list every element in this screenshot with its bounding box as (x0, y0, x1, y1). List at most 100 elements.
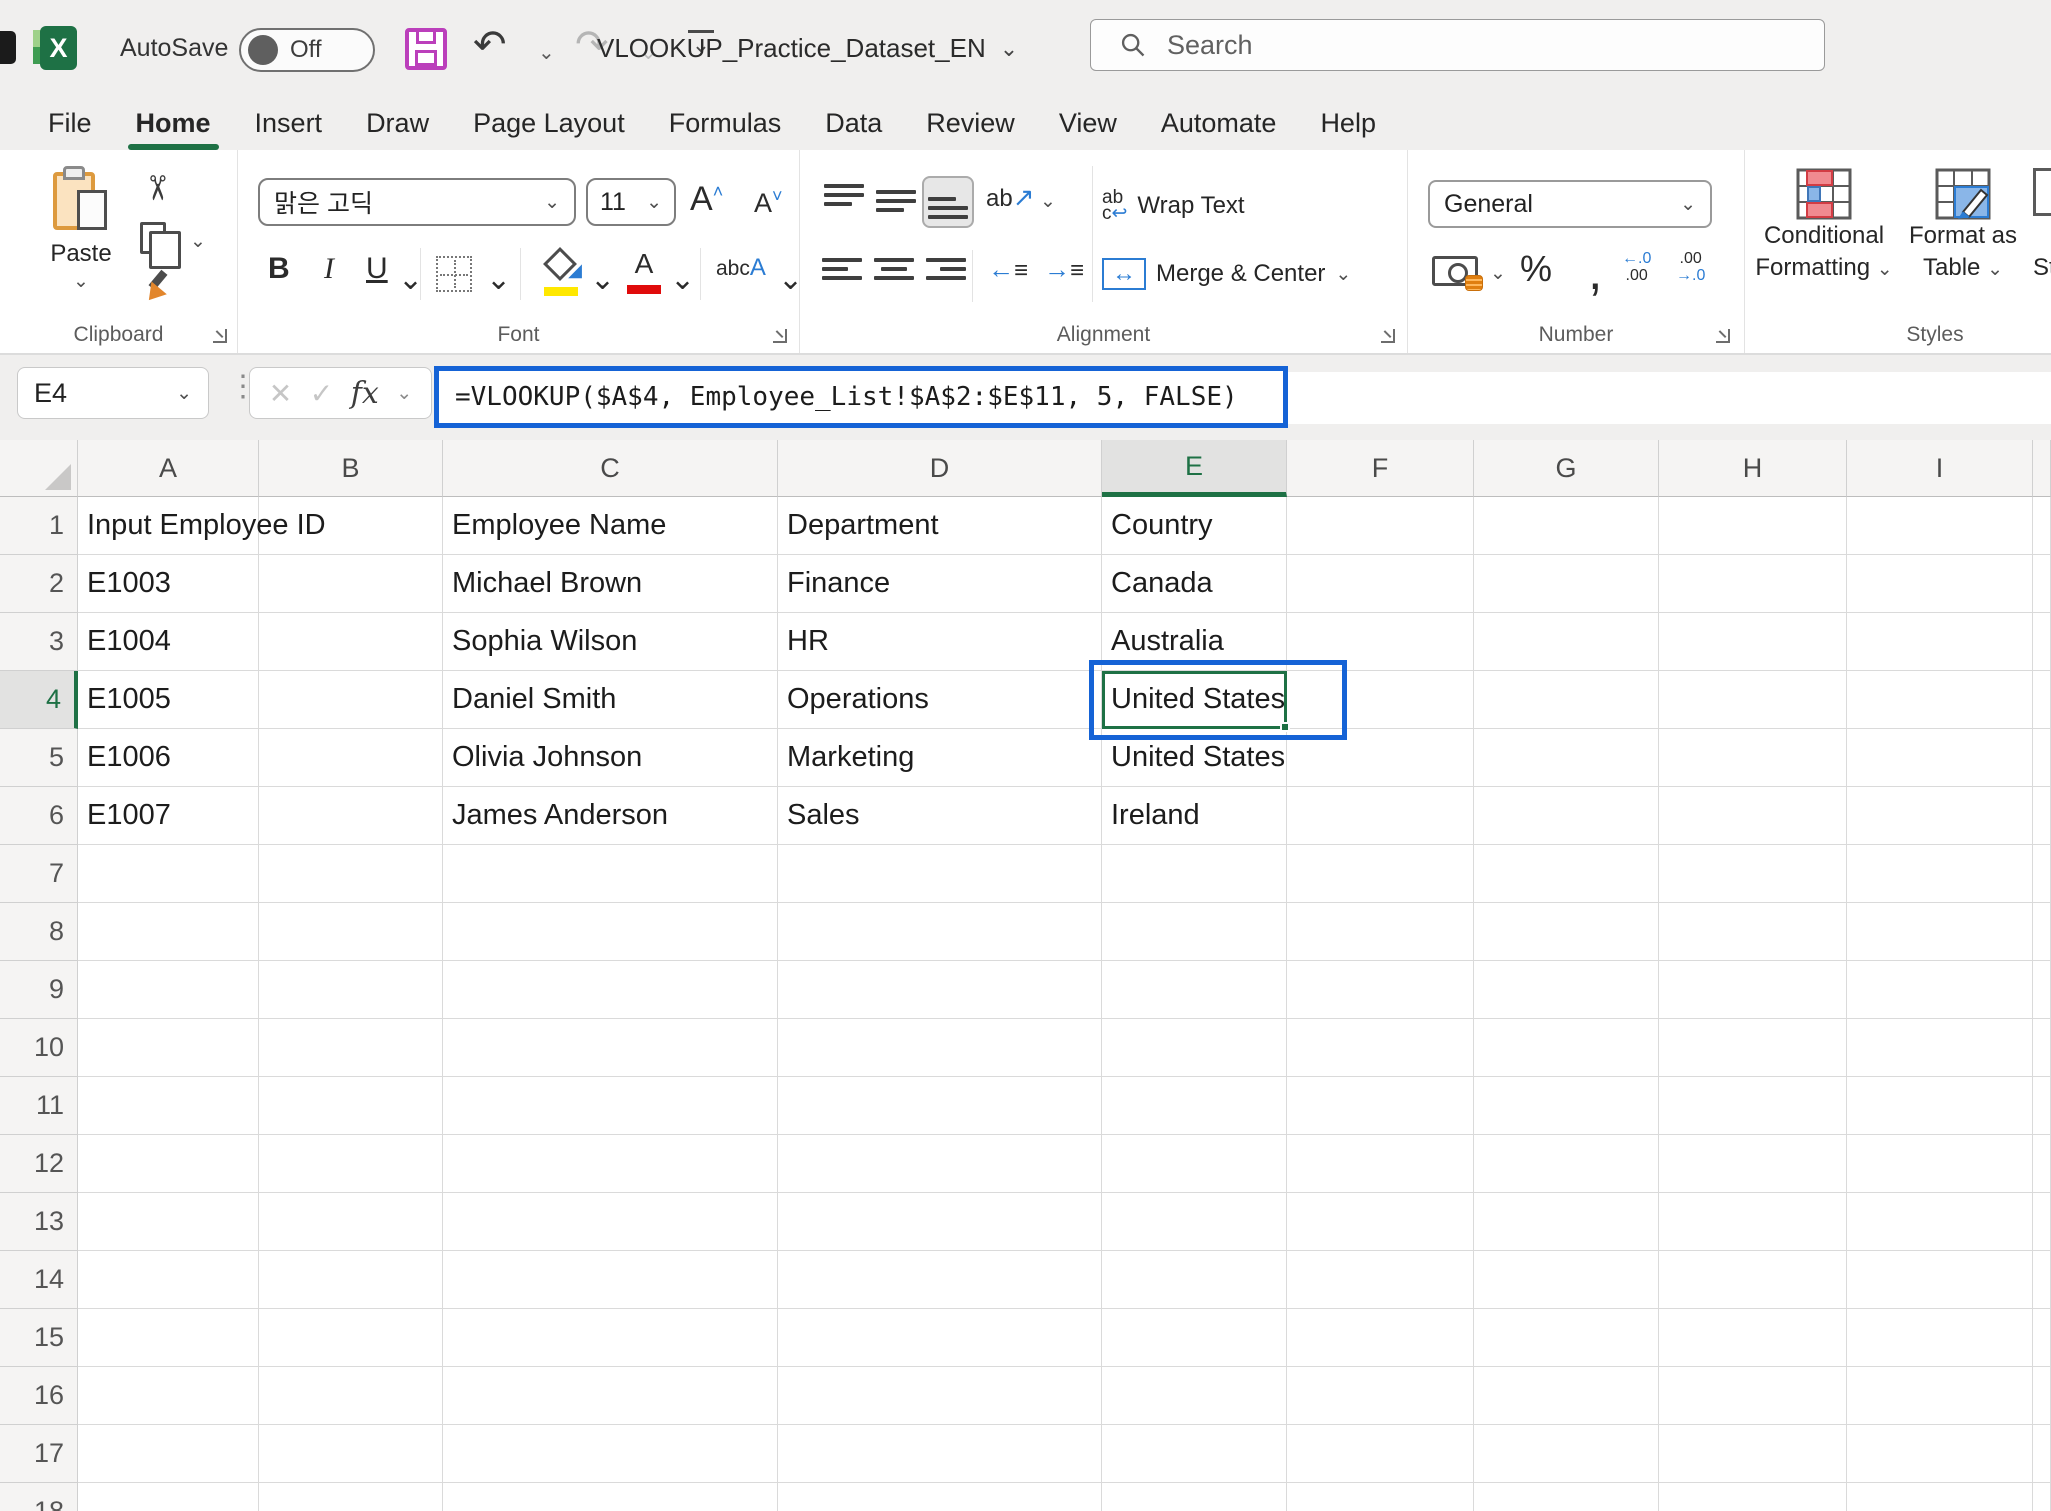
tab-help[interactable]: Help (1298, 97, 1398, 150)
increase-font-size-button[interactable]: A˄ (690, 180, 723, 219)
cell-C16[interactable] (443, 1367, 778, 1425)
fx-chevron-icon[interactable]: ⌄ (396, 382, 412, 405)
cell-F9[interactable] (1287, 961, 1474, 1019)
cell-A9[interactable] (78, 961, 259, 1019)
cell-D6[interactable]: Sales (778, 787, 1102, 845)
cell-B9[interactable] (259, 961, 443, 1019)
cell-I1[interactable] (1847, 497, 2033, 555)
cell-F18[interactable] (1287, 1483, 1474, 1511)
cell-A10[interactable] (78, 1019, 259, 1077)
cell-C17[interactable] (443, 1425, 778, 1483)
cell-H1[interactable] (1659, 497, 1847, 555)
cell-H17[interactable] (1659, 1425, 1847, 1483)
cell-E17[interactable] (1102, 1425, 1287, 1483)
row-header-2[interactable]: 2 (0, 555, 78, 613)
cell-I18[interactable] (1847, 1483, 2033, 1511)
borders-chevron-icon[interactable]: ⌄ (486, 262, 511, 297)
cell-A7[interactable] (78, 845, 259, 903)
cell-H3[interactable] (1659, 613, 1847, 671)
cell-F8[interactable] (1287, 903, 1474, 961)
row-header-15[interactable]: 15 (0, 1309, 78, 1367)
cell-C3[interactable]: Sophia Wilson (443, 613, 778, 671)
tab-view[interactable]: View (1037, 97, 1139, 150)
undo-dropdown-chevron-icon[interactable]: ⌄ (538, 40, 555, 65)
accounting-format-button[interactable] (1432, 256, 1478, 286)
cell-G2[interactable] (1474, 555, 1659, 613)
cell-G5[interactable] (1474, 729, 1659, 787)
cell-partial-13[interactable] (2033, 1193, 2051, 1251)
cell-B4[interactable] (259, 671, 443, 729)
cell-G12[interactable] (1474, 1135, 1659, 1193)
cell-E2[interactable]: Canada (1102, 555, 1287, 613)
cell-E18[interactable] (1102, 1483, 1287, 1511)
row-header-12[interactable]: 12 (0, 1135, 78, 1193)
cell-H10[interactable] (1659, 1019, 1847, 1077)
undo-button[interactable]: ↶ (473, 22, 507, 68)
cell-F1[interactable] (1287, 497, 1474, 555)
cell-partial-1[interactable] (2033, 497, 2051, 555)
underline-button[interactable]: U (366, 252, 388, 286)
cell-I5[interactable] (1847, 729, 2033, 787)
cell-E13[interactable] (1102, 1193, 1287, 1251)
cell-I4[interactable] (1847, 671, 2033, 729)
cell-I7[interactable] (1847, 845, 2033, 903)
cell-G8[interactable] (1474, 903, 1659, 961)
autosave-toggle[interactable]: Off (239, 28, 375, 72)
cell-C4[interactable]: Daniel Smith (443, 671, 778, 729)
column-header-partial[interactable] (2033, 440, 2051, 497)
cell-I17[interactable] (1847, 1425, 2033, 1483)
row-header-6[interactable]: 6 (0, 787, 78, 845)
cell-partial-3[interactable] (2033, 613, 2051, 671)
cell-C9[interactable] (443, 961, 778, 1019)
number-format-select[interactable]: General ⌄ (1428, 180, 1712, 228)
column-header-H[interactable]: H (1659, 440, 1847, 497)
cell-E9[interactable] (1102, 961, 1287, 1019)
row-header-16[interactable]: 16 (0, 1367, 78, 1425)
cell-B13[interactable] (259, 1193, 443, 1251)
cell-G10[interactable] (1474, 1019, 1659, 1077)
cell-B6[interactable] (259, 787, 443, 845)
cell-H18[interactable] (1659, 1483, 1847, 1511)
cell-A3[interactable]: E1004 (78, 613, 259, 671)
cell-H11[interactable] (1659, 1077, 1847, 1135)
cell-D9[interactable] (778, 961, 1102, 1019)
number-dialog-launcher-icon[interactable] (1716, 329, 1730, 343)
cell-C18[interactable] (443, 1483, 778, 1511)
cell-G14[interactable] (1474, 1251, 1659, 1309)
bold-button[interactable]: B (268, 252, 290, 286)
cell-C12[interactable] (443, 1135, 778, 1193)
search-input[interactable] (1167, 30, 1767, 61)
cell-G1[interactable] (1474, 497, 1659, 555)
cell-H7[interactable] (1659, 845, 1847, 903)
tab-page-layout[interactable]: Page Layout (451, 97, 647, 150)
cell-G6[interactable] (1474, 787, 1659, 845)
cell-B10[interactable] (259, 1019, 443, 1077)
italic-button[interactable]: I (324, 252, 334, 286)
tab-file[interactable]: File (26, 97, 114, 150)
row-header-18[interactable]: 18 (0, 1483, 78, 1511)
cell-D5[interactable]: Marketing (778, 729, 1102, 787)
conditional-formatting-button[interactable]: Conditional Formatting ⌄ (1753, 168, 1895, 286)
format-painter-button[interactable] (140, 270, 174, 304)
cell-A13[interactable] (78, 1193, 259, 1251)
decrease-font-size-button[interactable]: A˅ (754, 186, 783, 219)
formula-text[interactable]: =VLOOKUP($A$4, Employee_List!$A$2:$E$11,… (455, 382, 1238, 412)
fill-color-chevron-icon[interactable]: ⌄ (590, 262, 615, 297)
cell-F15[interactable] (1287, 1309, 1474, 1367)
align-left-button[interactable] (822, 258, 862, 292)
document-title[interactable]: VLOOKUP_Practice_Dataset_EN ⌄ (597, 0, 1018, 97)
cell-A6[interactable]: E1007 (78, 787, 259, 845)
font-size-select[interactable]: 11 ⌄ (586, 178, 676, 226)
row-header-14[interactable]: 14 (0, 1251, 78, 1309)
cell-H6[interactable] (1659, 787, 1847, 845)
cell-F13[interactable] (1287, 1193, 1474, 1251)
cell-E10[interactable] (1102, 1019, 1287, 1077)
cell-partial-9[interactable] (2033, 961, 2051, 1019)
tab-home[interactable]: Home (114, 97, 233, 150)
tab-insert[interactable]: Insert (233, 97, 345, 150)
cell-partial-12[interactable] (2033, 1135, 2051, 1193)
cell-partial-15[interactable] (2033, 1309, 2051, 1367)
cell-partial-17[interactable] (2033, 1425, 2051, 1483)
cell-I6[interactable] (1847, 787, 2033, 845)
orientation-chevron-icon[interactable]: ⌄ (1040, 190, 1056, 213)
